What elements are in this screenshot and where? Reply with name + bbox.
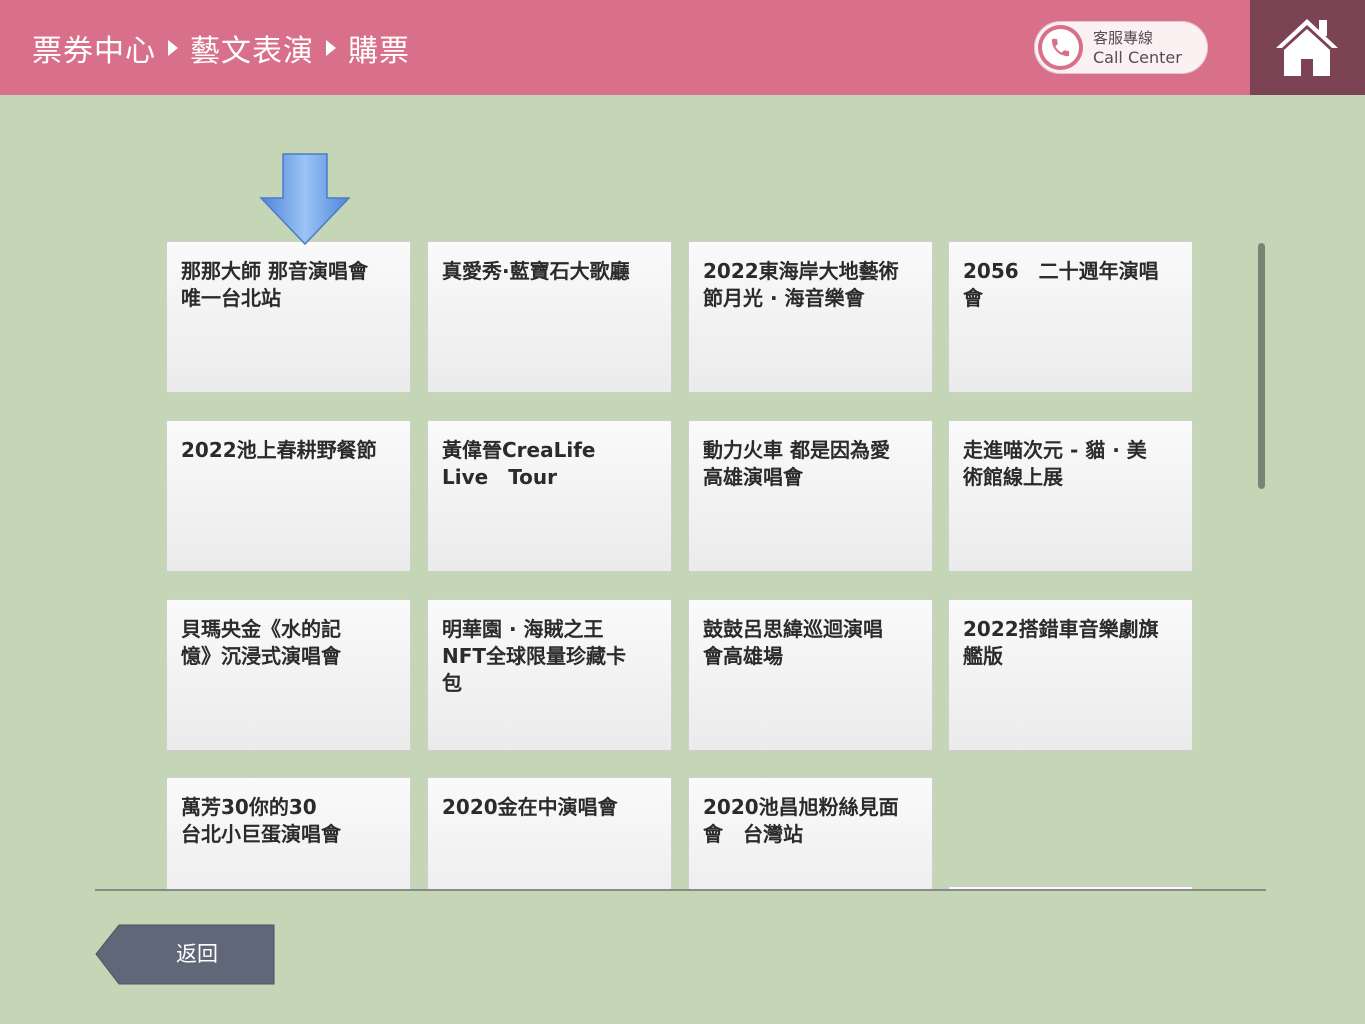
- event-tile[interactable]: 動力火車 都是因為愛 高雄演唱會: [688, 420, 933, 572]
- event-tile[interactable]: 真愛秀·藍寶石大歌廳: [427, 241, 672, 393]
- event-tile[interactable]: 明華園 · 海賊之王 NFT全球限量珍藏卡 包: [427, 599, 672, 751]
- event-title: 真愛秀·藍寶石大歌廳: [442, 259, 630, 283]
- event-tile[interactable]: 2020金在中演唱會: [427, 777, 672, 891]
- event-tile[interactable]: 2022池上春耕野餐節: [166, 420, 411, 572]
- event-title: 鼓鼓呂思緯巡迴演唱 會高雄場: [703, 617, 883, 668]
- event-title: 2022搭錯車音樂劇旗 艦版: [963, 617, 1159, 668]
- back-button[interactable]: 返回: [95, 923, 276, 986]
- breadcrumb-item-purchase: 購票: [348, 34, 410, 69]
- event-title: 黃偉晉CreaLife Live Tour: [442, 438, 596, 489]
- breadcrumb: 票券中心 藝文表演 購票: [32, 26, 410, 70]
- phone-icon: [1038, 25, 1083, 70]
- event-title: 動力火車 都是因為愛 高雄演唱會: [703, 438, 890, 489]
- call-center-button[interactable]: 客服專線 Call Center: [1034, 21, 1208, 74]
- home-icon: [1276, 19, 1338, 76]
- event-title: 萬芳30你的30 台北小巨蛋演唱會: [181, 795, 341, 846]
- event-tile[interactable]: 2022搭錯車音樂劇旗 艦版: [948, 599, 1193, 751]
- breadcrumb-item-ticket-center[interactable]: 票券中心: [32, 26, 156, 70]
- event-tile[interactable]: 黃偉晉CreaLife Live Tour: [427, 420, 672, 572]
- call-center-label-zh: 客服專線: [1093, 29, 1154, 47]
- event-tile[interactable]: 那那大師 那音演唱會 唯一台北站: [166, 241, 411, 393]
- breadcrumb-separator-icon: [326, 40, 336, 56]
- event-title: 明華園 · 海賊之王 NFT全球限量珍藏卡 包: [442, 617, 627, 695]
- call-center-label-en: Call Center: [1093, 48, 1182, 67]
- breadcrumb-item-arts[interactable]: 藝文表演: [190, 26, 314, 70]
- event-tile[interactable]: 鼓鼓呂思緯巡迴演唱 會高雄場: [688, 599, 933, 751]
- event-title: 2022池上春耕野餐節: [181, 438, 377, 462]
- header-bar: 票券中心 藝文表演 購票 客服專線 Call Center: [0, 0, 1365, 95]
- back-button-label: 返回: [176, 942, 218, 966]
- event-title: 2020金在中演唱會: [442, 795, 618, 819]
- event-tile[interactable]: 貝瑪央金《水的記 憶》沉浸式演唱會: [166, 599, 411, 751]
- down-arrow-icon: [259, 153, 351, 246]
- event-tile[interactable]: 2056 二十週年演唱 會: [948, 241, 1193, 393]
- event-tile[interactable]: 萬芳30你的30 台北小巨蛋演唱會: [166, 777, 411, 891]
- breadcrumb-separator-icon: [168, 40, 178, 56]
- event-title: 貝瑪央金《水的記 憶》沉浸式演唱會: [181, 617, 341, 668]
- event-tile[interactable]: 2022東海岸大地藝術 節月光 · 海音樂會: [688, 241, 933, 393]
- home-button[interactable]: [1250, 0, 1365, 95]
- event-tile[interactable]: 2020池昌旭粉絲見面 會 台灣站: [688, 777, 933, 891]
- event-title: 那那大師 那音演唱會 唯一台北站: [181, 259, 368, 310]
- event-tile[interactable]: 走進喵次元 - 貓 · 美 術館線上展: [948, 420, 1193, 572]
- scrollbar-thumb[interactable]: [1258, 243, 1265, 489]
- divider-line: [95, 889, 1266, 891]
- event-title: 2020池昌旭粉絲見面 會 台灣站: [703, 795, 899, 846]
- event-title: 2056 二十週年演唱 會: [963, 259, 1159, 310]
- event-title: 2022東海岸大地藝術 節月光 · 海音樂會: [703, 259, 899, 310]
- event-title: 走進喵次元 - 貓 · 美 術館線上展: [963, 438, 1147, 489]
